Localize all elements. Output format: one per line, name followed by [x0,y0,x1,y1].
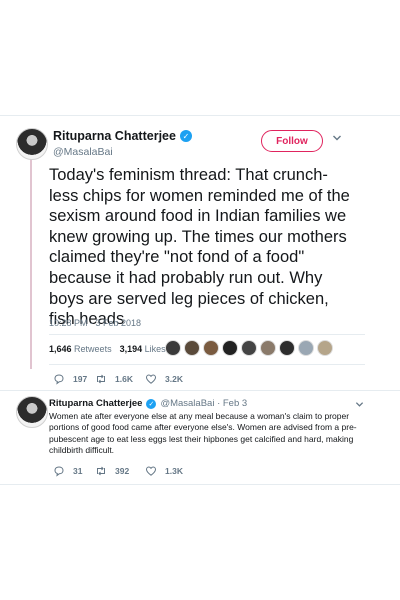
tweet-author[interactable]: Rituparna Chatterjee ✓ @MasalaBai [53,129,192,158]
reply-count: 197 [73,374,88,384]
liker-avatar[interactable] [184,340,200,356]
like-count: 1.3K [165,466,183,476]
liker-avatar[interactable] [317,340,333,356]
author-display-name[interactable]: Rituparna Chatterjee [53,129,176,143]
tweet-text: Today's feminism thread: That crunch-les… [49,166,350,329]
likes-stat[interactable]: 3,194 Likes [120,344,166,354]
heart-icon [145,466,157,476]
liker-avatar[interactable] [222,340,238,356]
reply-button[interactable]: 197 [53,373,95,385]
reply-header: Rituparna Chatterjee ✓ @MasalaBai · Feb … [49,398,247,409]
retweet-count: 1.6K [115,374,133,384]
reply-avatar[interactable] [16,396,48,428]
retweets-stat[interactable]: 1,646 Retweets [49,344,112,354]
bottom-border [0,484,400,485]
verified-badge-icon: ✓ [179,130,192,142]
like-count: 3.2K [165,374,183,384]
reply-icon [54,374,64,385]
chevron-down-icon[interactable] [332,133,342,143]
reply-icon [54,466,64,477]
retweet-icon [97,466,105,476]
reply-button[interactable]: 31 [53,465,95,477]
tweet-timestamp[interactable]: 10:28 PM - 3 Feb 2018 [49,318,141,328]
author-handle[interactable]: @MasalaBai [53,146,192,158]
reply-author-name[interactable]: Rituparna Chatterjee [49,398,142,409]
follow-button[interactable]: Follow [261,130,323,152]
liker-avatar[interactable] [165,340,181,356]
liker-avatar[interactable] [260,340,276,356]
reply-text: Women ate after everyone else at any mea… [49,411,357,455]
top-border [0,115,400,116]
liker-avatar[interactable] [241,340,257,356]
tweet-stats: 1,646 Retweets 3,194 Likes [49,344,166,354]
liker-avatars [165,340,333,356]
divider [49,334,365,335]
thread-connector-line [30,155,32,369]
chevron-down-icon[interactable] [355,400,364,409]
reply-handle-date[interactable]: @MasalaBai · Feb 3 [160,398,247,409]
liker-avatar[interactable] [298,340,314,356]
tweet-actions: 197 1.6K 3.2K [53,373,183,385]
like-button[interactable]: 3.2K [145,373,183,385]
avatar[interactable] [16,128,48,160]
liker-avatar[interactable] [203,340,219,356]
verified-badge-icon: ✓ [146,398,157,409]
retweet-button[interactable]: 392 [95,465,145,477]
tweet-separator [0,390,400,391]
heart-icon [145,374,157,384]
divider [49,364,365,365]
retweet-count: 392 [115,466,130,476]
reply-actions: 31 392 1.3K [53,465,183,477]
retweet-button[interactable]: 1.6K [95,373,145,385]
reply-count: 31 [73,466,83,476]
like-button[interactable]: 1.3K [145,465,183,477]
retweet-icon [97,374,105,384]
liker-avatar[interactable] [279,340,295,356]
